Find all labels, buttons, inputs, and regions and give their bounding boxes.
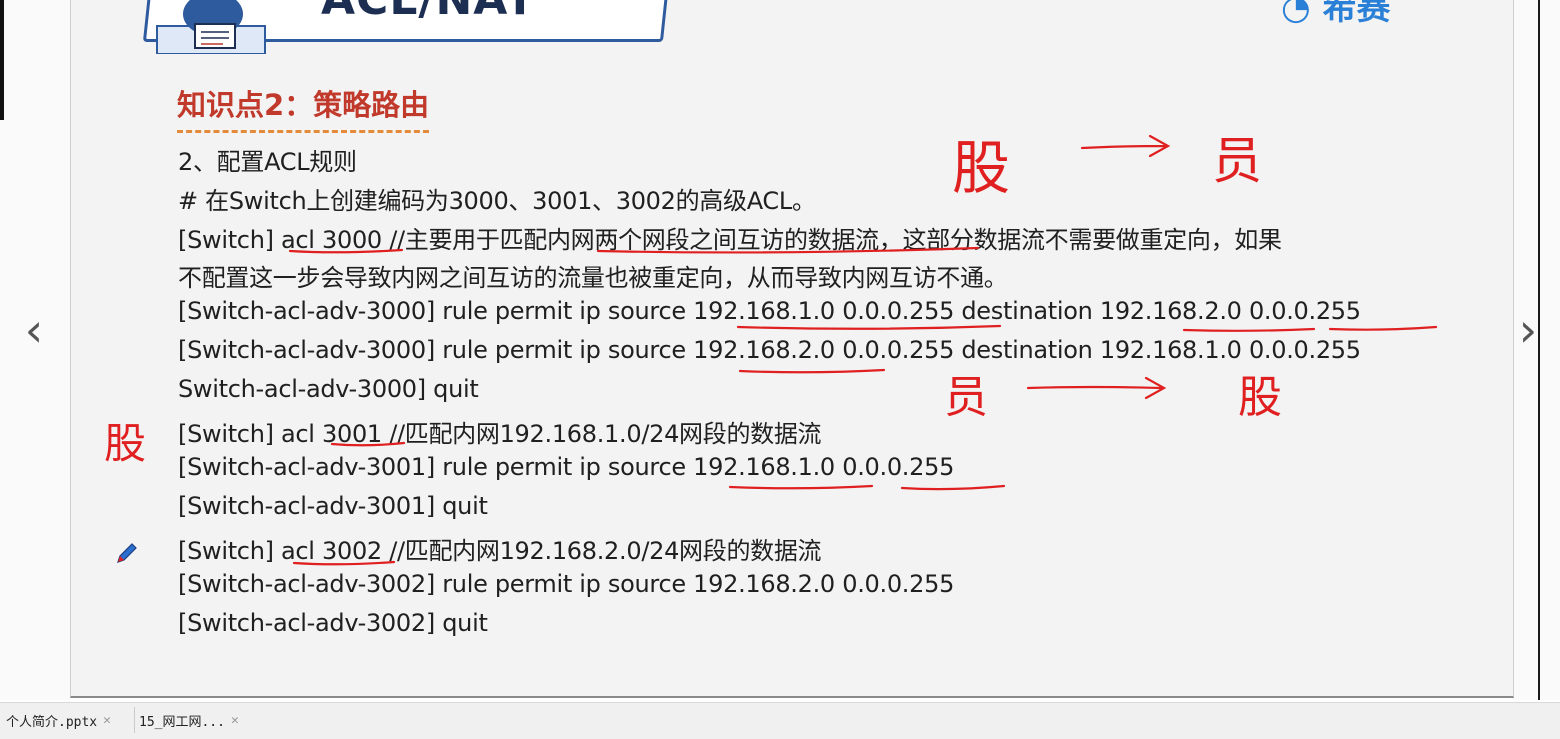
tab-label: 15_网工网...: [139, 714, 225, 730]
handwriting-label: 员: [1212, 132, 1262, 190]
underline: [900, 484, 1006, 491]
tab-document[interactable]: 15_网工网... ✕: [134, 707, 259, 733]
handwriting-label: 股: [1238, 372, 1282, 423]
handwriting-label: 股: [952, 134, 1010, 202]
close-icon[interactable]: ✕: [103, 713, 111, 728]
tab-label: 个人简介.pptx: [6, 714, 98, 730]
underline: [1182, 327, 1316, 332]
handwriting-label: 股: [104, 419, 146, 468]
underline: [292, 560, 396, 566]
underline: [288, 248, 404, 254]
underline: [596, 246, 980, 254]
next-slide-chevron-right-icon[interactable]: ›: [1510, 300, 1546, 360]
underline: [738, 368, 886, 374]
tab-bar: 个人简介.pptx ✕ 15_网工网... ✕: [0, 702, 1560, 739]
arrow: [1026, 376, 1167, 400]
annotation-layer: 股 员 员 股 股: [104, 132, 1438, 566]
arrow: [1080, 134, 1171, 158]
close-icon[interactable]: ✕: [231, 713, 239, 728]
handwriting-label: 员: [944, 372, 988, 423]
underline: [330, 441, 406, 447]
underline: [1328, 325, 1438, 331]
underline: [728, 484, 874, 490]
previous-slide-chevron-left-icon[interactable]: ‹: [16, 300, 52, 360]
pen-icon[interactable]: [114, 540, 140, 566]
tab-document[interactable]: 个人简介.pptx ✕: [6, 707, 128, 733]
underline: [736, 324, 1002, 330]
